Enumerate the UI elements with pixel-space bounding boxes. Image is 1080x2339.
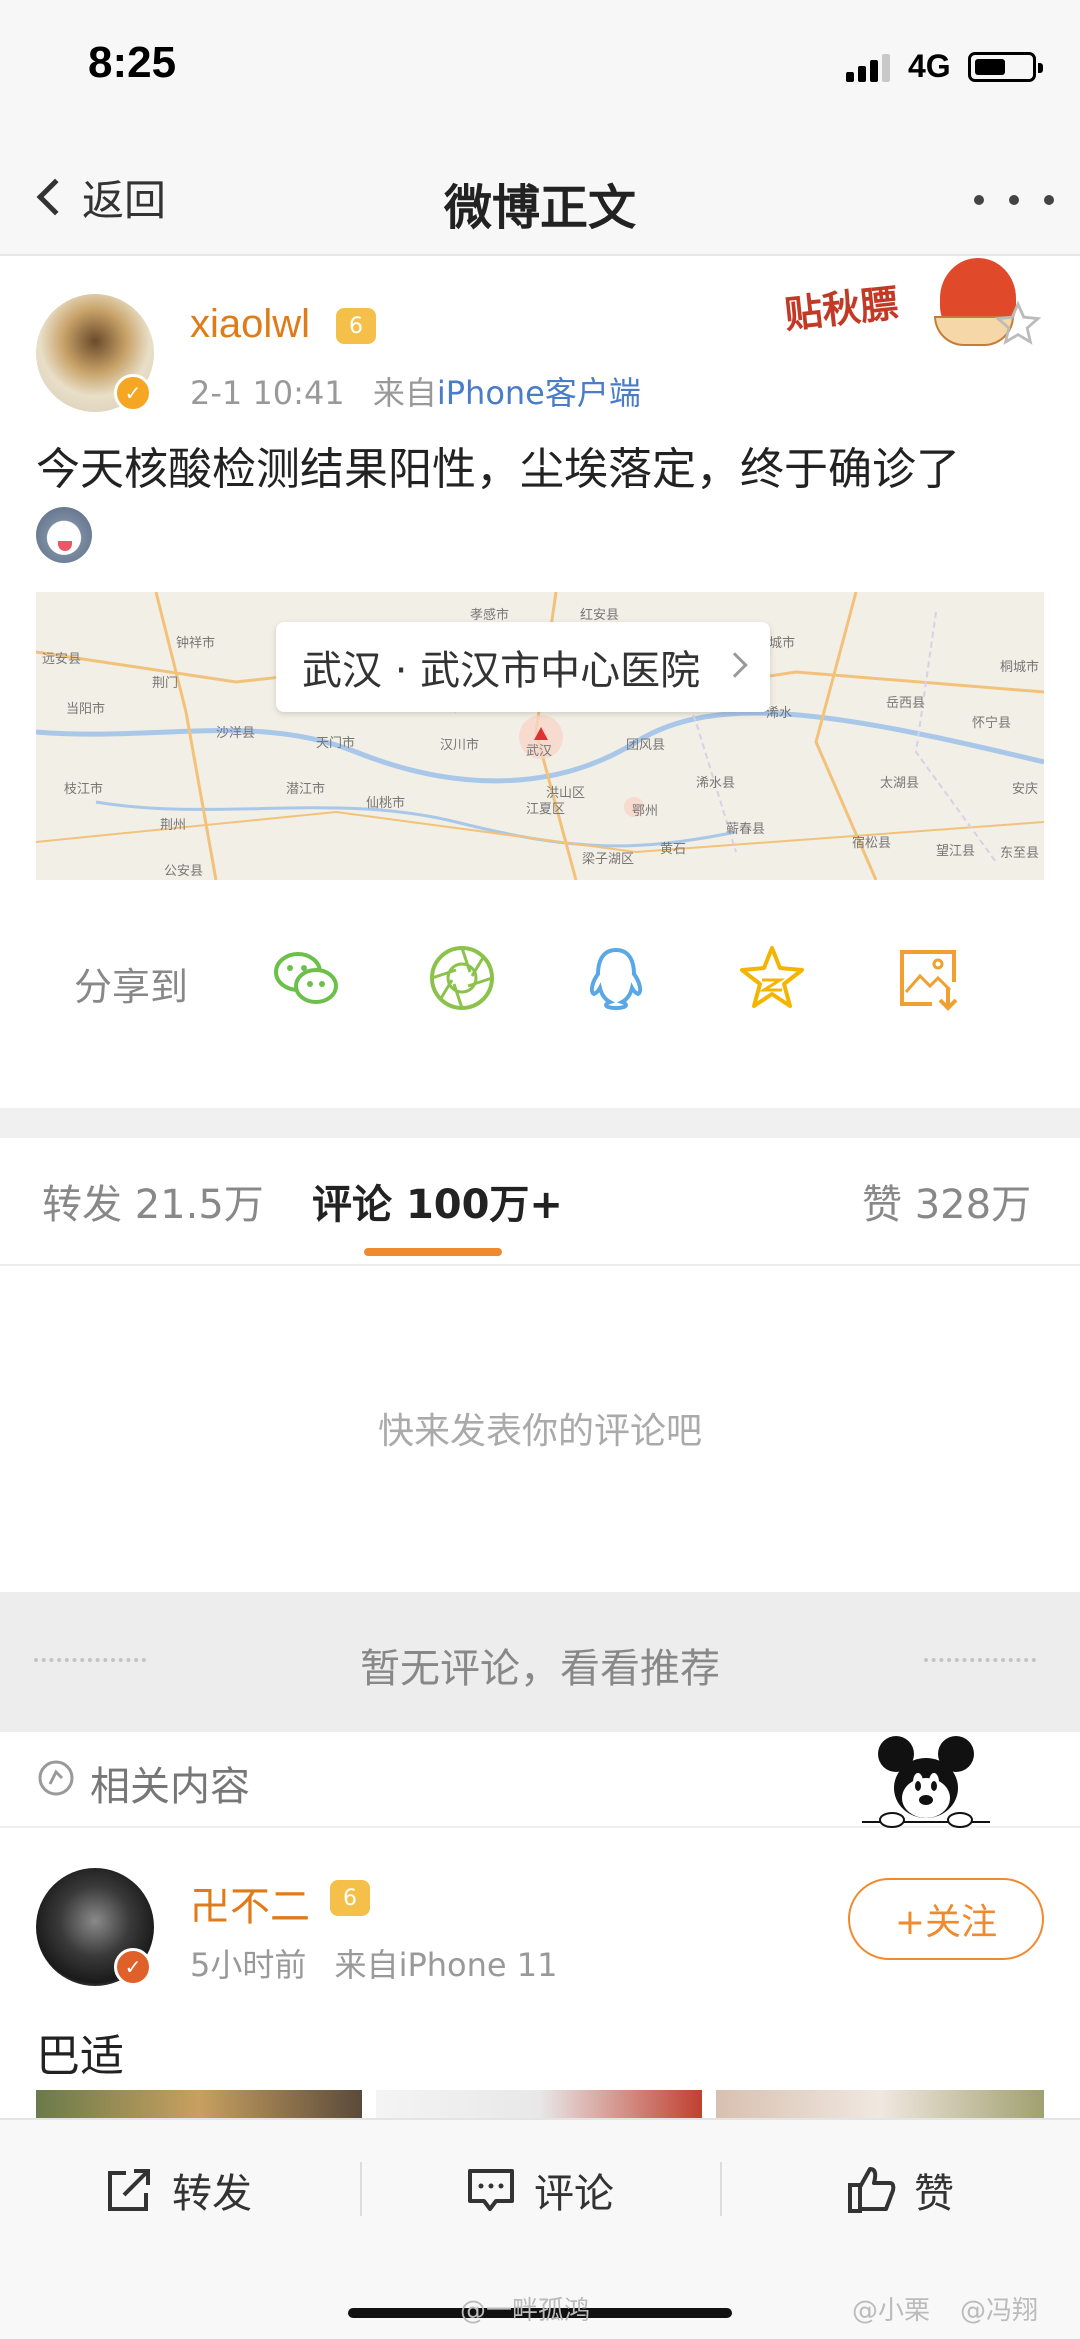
- share-arrow-icon: [108, 2169, 150, 2211]
- rec-post-images: [36, 2090, 1044, 2118]
- dot-icon: [1009, 195, 1019, 205]
- mickey-decoration-icon: [862, 1736, 990, 1828]
- verified-badge-icon: ✓: [114, 1948, 152, 1986]
- recommend-text: 暂无评论，看看推荐: [360, 1646, 720, 1692]
- watermark-text: @一畔孤鸿: [460, 2296, 591, 2326]
- source-prefix: 来自: [334, 1946, 399, 1984]
- husky-emoji-icon: [36, 507, 92, 563]
- empty-comments: 快来发表你的评论吧: [0, 1266, 1080, 1592]
- location-text: 武汉 · 武汉市中心医院: [302, 648, 701, 694]
- repost-label: 转发: [172, 2171, 252, 2217]
- like-button[interactable]: 赞: [846, 2160, 954, 2220]
- divider: [360, 2162, 362, 2216]
- bottom-action-bar: 转发 评论 赞 @一畔孤鸿 @小栗 @冯翔: [0, 2118, 1080, 2339]
- rec-post-meta: 5小时前 来自iPhone 11: [190, 1940, 557, 1986]
- comment-label: 评论: [534, 2171, 614, 2217]
- nav-bar: 返回 微博正文: [0, 140, 1080, 256]
- source-prefix: 来自: [372, 374, 437, 412]
- active-tab-indicator: [364, 1248, 502, 1256]
- post-image[interactable]: [716, 2090, 1044, 2118]
- engagement-tabs: 转发 21.5万 评论 100万+ 赞 328万: [0, 1138, 1080, 1266]
- post-source[interactable]: iPhone客户端: [437, 374, 641, 412]
- comment-button[interactable]: 评论: [466, 2160, 614, 2220]
- repost-button[interactable]: 转发: [104, 2160, 252, 2220]
- battery-icon: [968, 52, 1043, 82]
- sticker-text: 贴秋膘: [782, 281, 901, 337]
- chevron-right-icon: [722, 652, 748, 678]
- status-bar: 8:25 4G: [0, 0, 1080, 140]
- empty-comments-text[interactable]: 快来发表你的评论吧: [0, 1402, 1080, 1454]
- related-content-header: 相关内容: [0, 1732, 1080, 1828]
- location-label[interactable]: 武汉 · 武汉市中心医院: [276, 622, 771, 712]
- vip-crown-icon: 6: [336, 308, 376, 344]
- related-icon: [38, 1760, 74, 1796]
- follow-button[interactable]: +关注: [848, 1878, 1044, 1960]
- post-body: 今天核酸检测结果阳性，尘埃落定，终于确诊了: [36, 444, 960, 495]
- rec-username[interactable]: 卍不二: [190, 1874, 310, 1932]
- dotted-divider: [924, 1658, 1036, 1662]
- watermark-text: @小栗: [852, 2296, 931, 2326]
- page-title: 微博正文: [443, 180, 636, 236]
- save-image-icon[interactable]: [892, 942, 964, 1014]
- verified-badge-icon: ✓: [114, 374, 152, 412]
- tab-like[interactable]: 赞 328万: [862, 1172, 1031, 1230]
- qq-icon[interactable]: [580, 942, 652, 1014]
- recommend-bar: 暂无评论，看看推荐: [0, 1592, 1080, 1732]
- qzone-icon[interactable]: [736, 942, 808, 1014]
- rec-post-source: iPhone 11: [398, 1946, 558, 1984]
- moments-icon[interactable]: [426, 942, 498, 1014]
- post-text: 今天核酸检测结果阳性，尘埃落定，终于确诊了: [36, 440, 1046, 563]
- like-label: 赞: [914, 2171, 954, 2217]
- tab-repost[interactable]: 转发 21.5万: [42, 1172, 264, 1230]
- divider: [720, 2162, 722, 2216]
- share-label: 分享到: [74, 965, 189, 1009]
- thumbs-up-icon: [848, 2167, 896, 2213]
- post-image[interactable]: [376, 2090, 702, 2118]
- dot-icon: [974, 195, 984, 205]
- status-time: 8:25: [88, 38, 177, 87]
- related-label: 相关内容: [90, 1764, 250, 1810]
- post-date: 2-1 10:41: [190, 374, 345, 412]
- post-meta: 2-1 10:41 来自iPhone客户端: [190, 368, 641, 414]
- star-outline-icon[interactable]: [994, 300, 1042, 348]
- watermark-text: @冯翔: [960, 2296, 1039, 2326]
- wechat-icon[interactable]: [270, 942, 342, 1014]
- recommended-post: ✓ 卍不二 6 5小时前 来自iPhone 11 +关注 巴适: [0, 1828, 1080, 2118]
- sticker-decoration: 贴秋膘: [744, 256, 1034, 366]
- vip-crown-icon: 6: [330, 1880, 370, 1916]
- rec-post-time: 5小时前: [190, 1946, 307, 1984]
- post-image[interactable]: [36, 2090, 362, 2118]
- comment-bubble-icon: [468, 2169, 514, 2211]
- tab-comment[interactable]: 评论 100万+: [312, 1172, 563, 1230]
- location-map[interactable]: 远安县 当阳市 枝江市 荆门 沙洋县 荆州 公安县 钟祥市 天门市 潜江市 仙桃…: [36, 592, 1044, 880]
- network-type: 4G: [908, 48, 951, 84]
- signal-icon: [846, 52, 894, 82]
- share-row: 分享到: [0, 912, 1080, 1052]
- more-options-button[interactable]: [974, 170, 1054, 230]
- section-divider: [0, 1108, 1080, 1138]
- rec-post-text: 巴适: [36, 2031, 124, 2082]
- dot-icon: [1044, 195, 1054, 205]
- post-username[interactable]: xiaolwl: [190, 302, 310, 347]
